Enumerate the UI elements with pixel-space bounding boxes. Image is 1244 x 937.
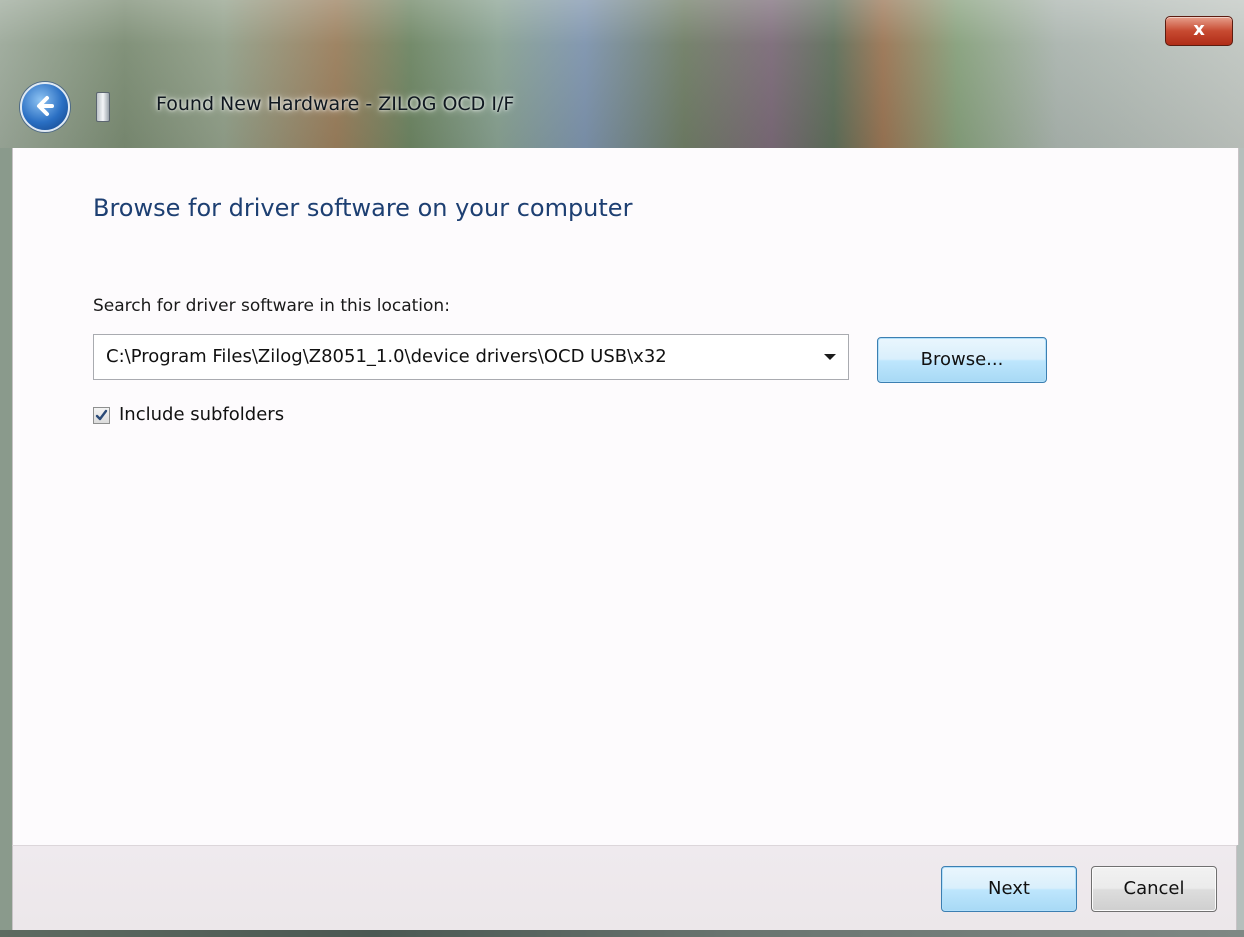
include-subfolders-checkbox[interactable] [93, 407, 110, 424]
window-bottom-edge [0, 930, 1244, 937]
include-subfolders-label[interactable]: Include subfolders [119, 404, 284, 425]
page-heading: Browse for driver software on your compu… [93, 194, 633, 222]
close-icon: x [1193, 19, 1205, 40]
checkmark-icon [95, 409, 108, 421]
close-button[interactable]: x [1165, 16, 1233, 46]
button-bar: Next Cancel [12, 845, 1237, 930]
search-location-label: Search for driver software in this locat… [93, 296, 450, 316]
title-bar[interactable]: x Found New Hardware - ZILOG OCD I/F [0, 0, 1244, 148]
browse-button[interactable]: Browse... [877, 337, 1047, 383]
chevron-down-icon [824, 354, 836, 360]
path-combobox[interactable]: C:\Program Files\Zilog\Z8051_1.0\device … [93, 334, 849, 380]
path-value[interactable]: C:\Program Files\Zilog\Z8051_1.0\device … [106, 346, 667, 367]
back-button[interactable] [20, 82, 70, 132]
back-arrow-icon [37, 96, 54, 116]
dialog-window: x Found New Hardware - ZILOG OCD I/F Bro… [0, 0, 1244, 937]
content-panel: Browse for driver software on your compu… [12, 148, 1239, 845]
path-dropdown-button[interactable] [812, 335, 848, 379]
next-button[interactable]: Next [941, 866, 1077, 912]
usb-device-icon [96, 92, 110, 122]
window-title: Found New Hardware - ZILOG OCD I/F [156, 93, 515, 115]
cancel-button[interactable]: Cancel [1091, 866, 1217, 912]
